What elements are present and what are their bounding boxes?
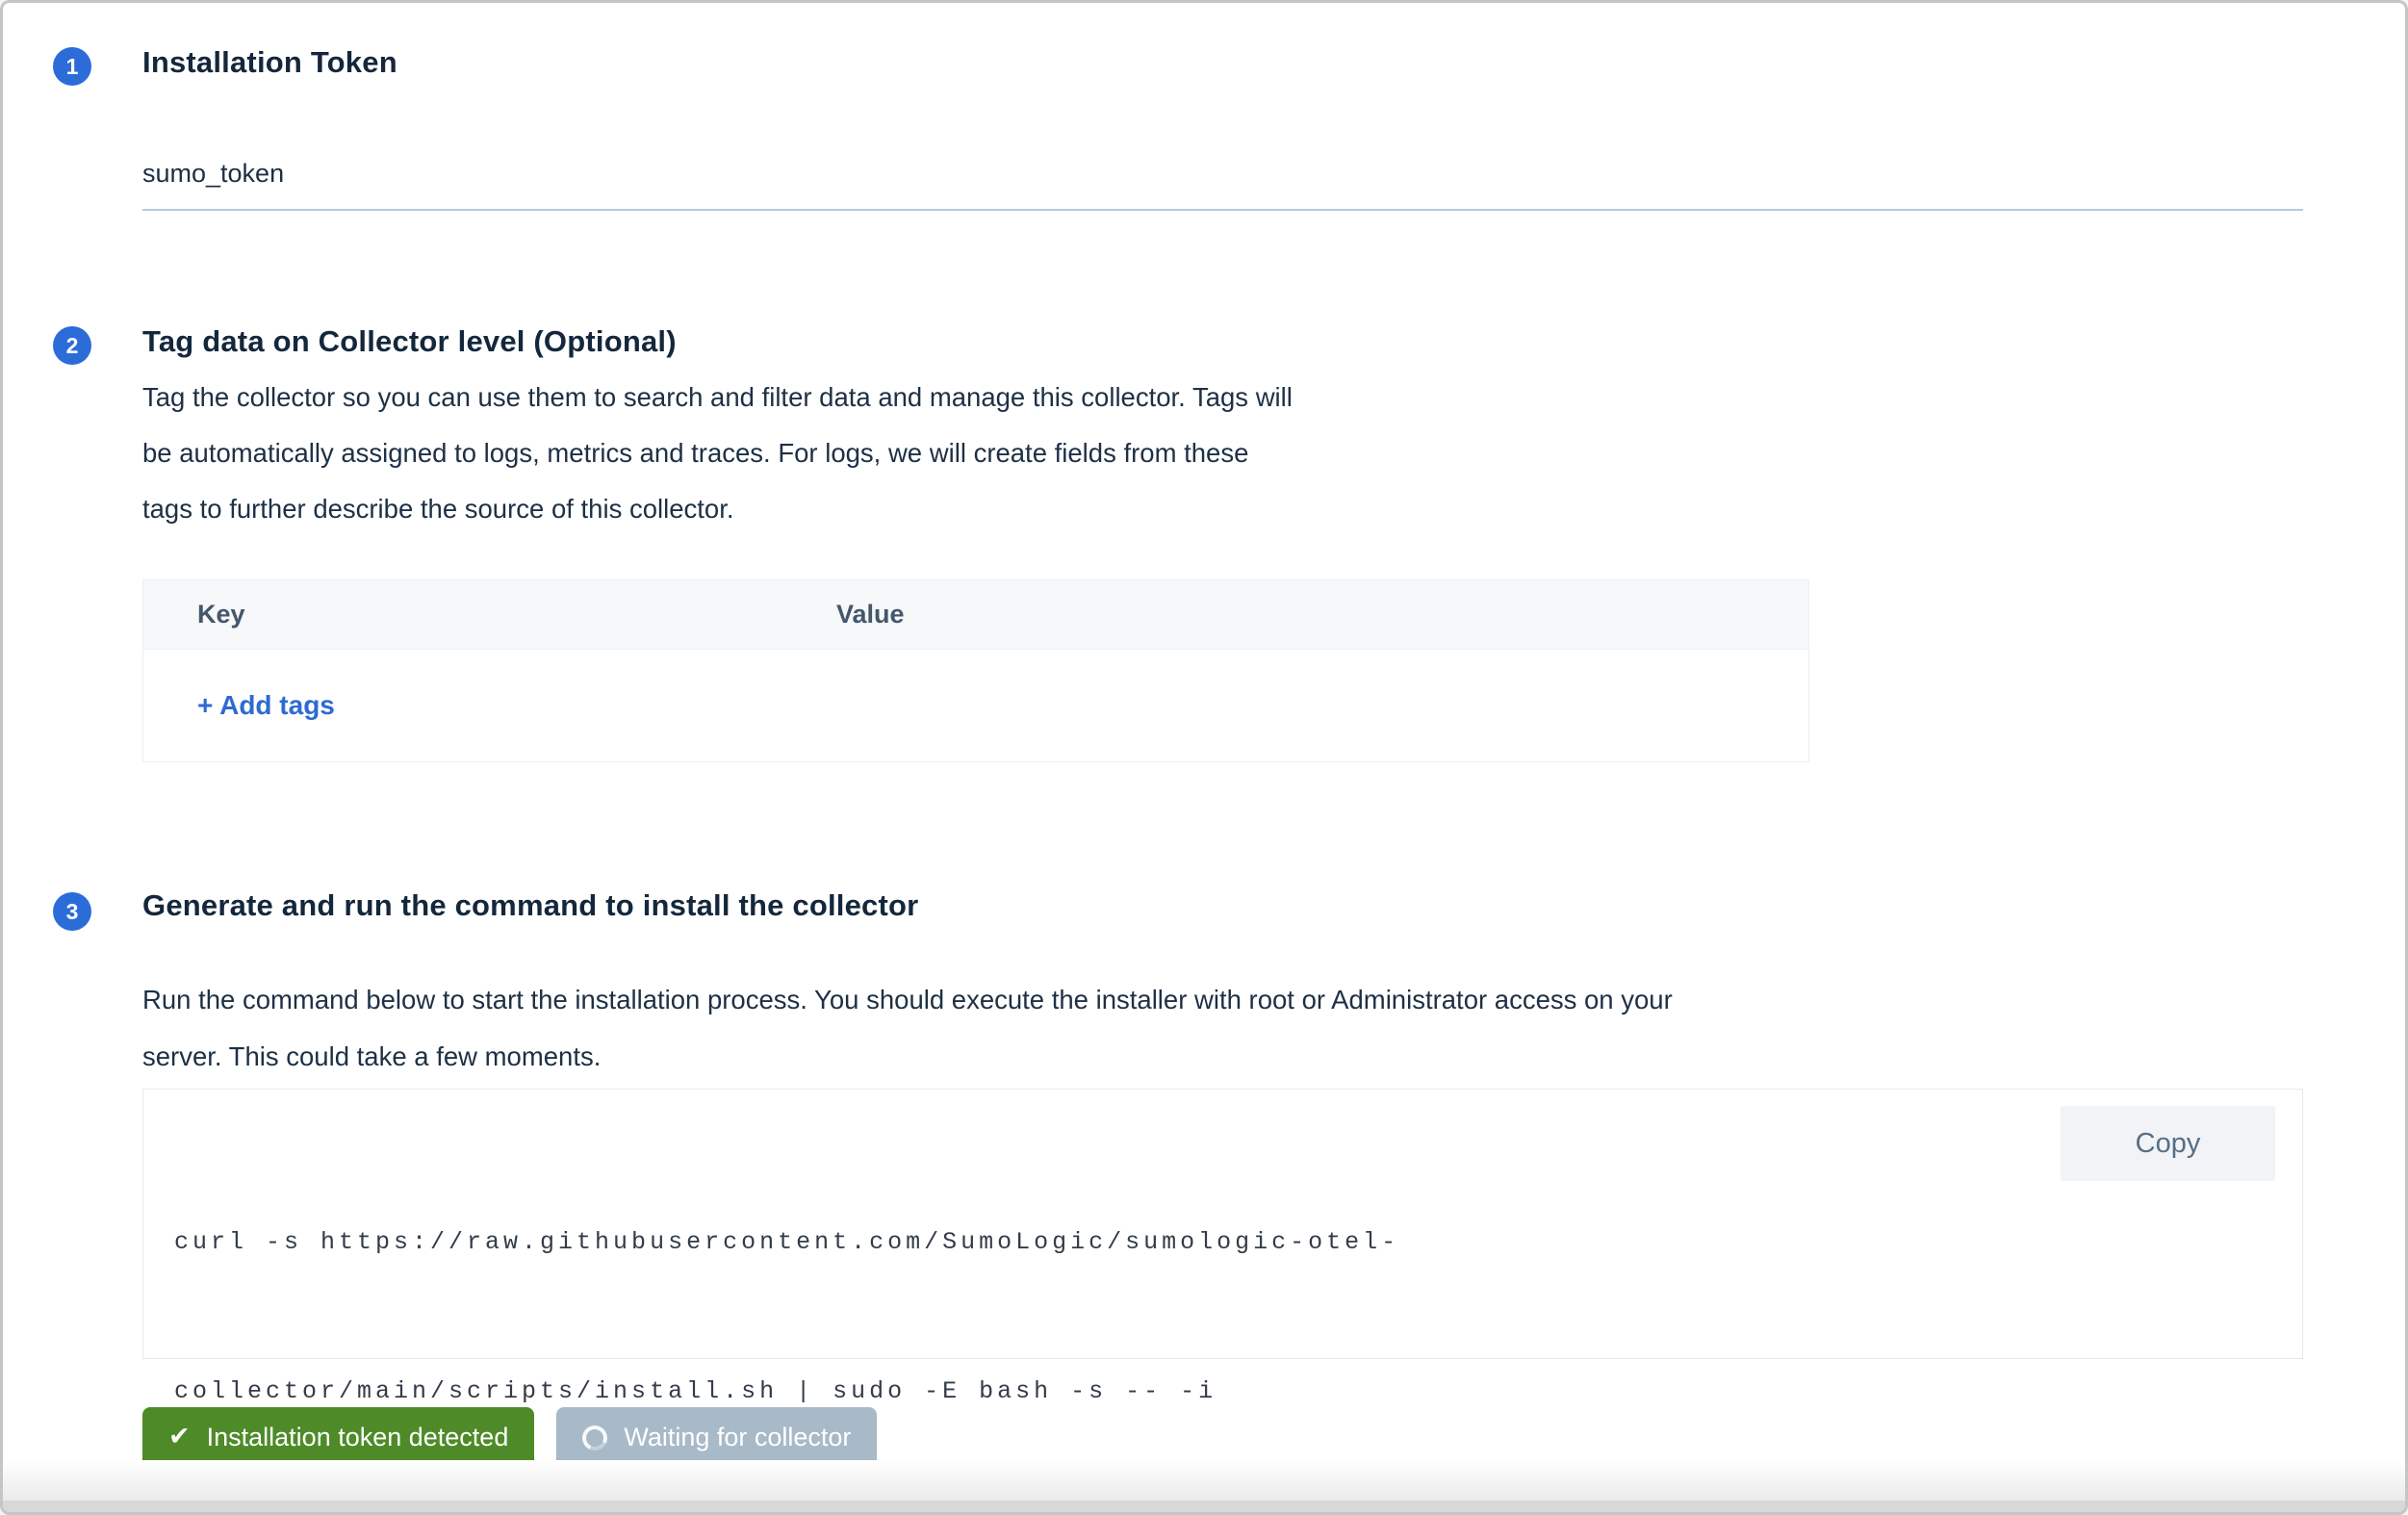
- installation-token-input[interactable]: [142, 138, 2303, 211]
- install-command-line: curl -s https://raw.githubusercontent.co…: [174, 1218, 2279, 1268]
- tags-description-line: be automatically assigned to logs, metri…: [142, 425, 1293, 481]
- tags-table: Key Value + Add tags: [142, 579, 1809, 762]
- step-2-title: Tag data on Collector level (Optional): [142, 324, 677, 359]
- tags-description-line: tags to further describe the source of t…: [142, 481, 1293, 537]
- window-bottom-edge: [3, 1501, 2405, 1512]
- tags-table-empty-row: + Add tags: [142, 650, 1809, 762]
- checkmark-icon: ✔: [168, 1424, 191, 1450]
- token-detected-label: Installation token detected: [207, 1423, 509, 1452]
- install-description-line: Run the command below to start the insta…: [142, 971, 1673, 1028]
- step-1-title: Installation Token: [142, 45, 397, 80]
- step-3-title: Generate and run the command to install …: [142, 888, 918, 923]
- step-2-number-badge: 2: [53, 326, 91, 365]
- spinner-icon: [579, 1422, 611, 1453]
- window-bottom-fade: [3, 1460, 2405, 1501]
- step-1-number-badge: 1: [53, 47, 91, 86]
- tags-description-line: Tag the collector so you can use them to…: [142, 370, 1293, 425]
- status-row: ✔ Installation token detected Waiting fo…: [142, 1407, 877, 1468]
- install-description: Run the command below to start the insta…: [142, 971, 1673, 1085]
- tags-description: Tag the collector so you can use them to…: [142, 370, 1293, 537]
- value-column-header: Value: [836, 600, 905, 629]
- add-tags-link[interactable]: + Add tags: [197, 690, 335, 721]
- waiting-for-collector-label: Waiting for collector: [624, 1423, 851, 1452]
- key-column-header: Key: [143, 600, 836, 629]
- install-command-block: curl -s https://raw.githubusercontent.co…: [142, 1089, 2303, 1359]
- tags-table-header-row: Key Value: [142, 579, 1809, 650]
- waiting-for-collector-badge: Waiting for collector: [556, 1407, 877, 1468]
- token-detected-badge: ✔ Installation token detected: [142, 1407, 534, 1468]
- install-description-line: server. This could take a few moments.: [142, 1028, 1673, 1085]
- copy-command-button[interactable]: Copy: [2061, 1106, 2275, 1181]
- step-3-number-badge: 3: [53, 892, 91, 931]
- collector-installation-panel: 1 Installation Token 2 Tag data on Colle…: [0, 0, 2408, 1515]
